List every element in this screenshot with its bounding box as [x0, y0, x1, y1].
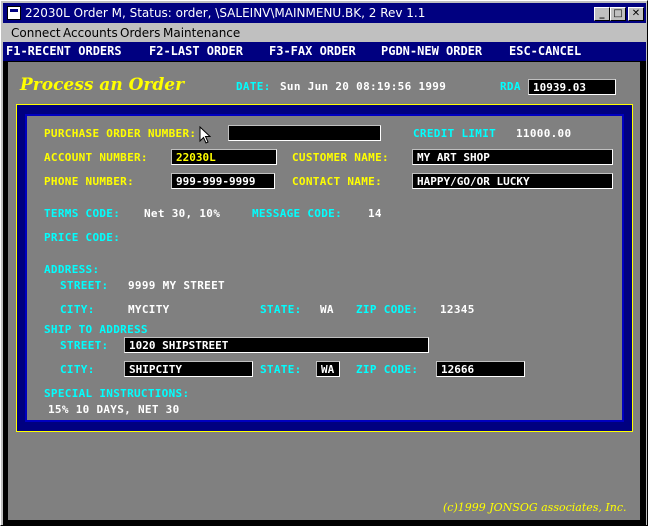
date-label: DATE:: [236, 80, 271, 93]
menu-connect[interactable]: Connect: [11, 26, 61, 40]
fkey-new-order[interactable]: PGDN-NEW ORDER: [381, 42, 482, 61]
menu-orders[interactable]: Orders: [120, 26, 160, 40]
state-label: STATE:: [260, 303, 302, 316]
customer-name-label: CUSTOMER NAME:: [292, 151, 389, 164]
terms-code-value: Net 30, 10%: [144, 207, 221, 220]
message-code-value: 14: [368, 207, 382, 220]
credit-limit-label: CREDIT LIMIT: [413, 127, 497, 140]
account-number-label: ACCOUNT NUMBER:: [44, 151, 148, 164]
menu-accounts[interactable]: Accounts: [63, 26, 118, 40]
page-title: Process an Order: [20, 75, 185, 95]
fkey-cancel[interactable]: ESC-CANCEL: [509, 42, 581, 61]
menu-bar: Connect Accounts Orders Maintenance: [3, 23, 646, 42]
rda-label: RDA: [500, 80, 521, 93]
message-code-label: MESSAGE CODE:: [252, 207, 342, 220]
contact-name-field[interactable]: HAPPY/GO/OR LUCKY: [412, 173, 613, 189]
ship-to-address-label: SHIP TO ADDRESS: [44, 323, 148, 336]
account-number-field[interactable]: 22030L: [171, 149, 277, 165]
city-label: CITY:: [60, 303, 95, 316]
phone-number-field[interactable]: 999-999-9999: [171, 173, 275, 189]
city-value: MYCITY: [128, 303, 170, 316]
ship-city-label: CITY:: [60, 363, 95, 376]
ship-street-label: STREET:: [60, 339, 109, 352]
maximize-button[interactable]: □: [610, 7, 626, 21]
credit-limit-value: 11000.00: [516, 127, 572, 140]
fkey-recent-orders[interactable]: F1-RECENT ORDERS: [6, 42, 122, 61]
street-label: STREET:: [60, 279, 109, 292]
mouse-pointer-icon: [199, 126, 211, 144]
zip-code-label: ZIP CODE:: [356, 303, 419, 316]
special-instructions-label: SPECIAL INSTRUCTIONS:: [44, 387, 190, 400]
terms-code-label: TERMS CODE:: [44, 207, 121, 220]
date-value: Sun Jun 20 08:19:56 1999: [280, 80, 447, 93]
function-key-bar: F1-RECENT ORDERS F2-LAST ORDER F3-FAX OR…: [3, 42, 646, 61]
phone-number-label: PHONE NUMBER:: [44, 175, 134, 188]
ship-state-label: STATE:: [260, 363, 302, 376]
customer-name-field[interactable]: MY ART SHOP: [412, 149, 613, 165]
fkey-fax-order[interactable]: F3-FAX ORDER: [269, 42, 356, 61]
po-number-label: PURCHASE ORDER NUMBER:: [44, 127, 197, 140]
street-value: 9999 MY STREET: [128, 279, 225, 292]
zip-code-value: 12345: [440, 303, 475, 316]
rda-field: 10939.03: [528, 79, 616, 95]
ship-zip-code-field[interactable]: 12666: [436, 361, 525, 377]
po-number-field[interactable]: [228, 125, 381, 141]
fkey-last-order[interactable]: F2-LAST ORDER: [149, 42, 243, 61]
contact-name-label: CONTACT NAME:: [292, 175, 382, 188]
window-title: 22030L Order M, Status: order, \SALEINV\…: [25, 6, 426, 20]
app-icon[interactable]: [7, 6, 21, 20]
ship-state-field[interactable]: WA: [316, 361, 340, 377]
ship-city-field[interactable]: SHIPCITY: [124, 361, 253, 377]
price-code-label: PRICE CODE:: [44, 231, 121, 244]
ship-street-field[interactable]: 1020 SHIPSTREET: [124, 337, 429, 353]
address-label: ADDRESS:: [44, 263, 100, 276]
ship-zip-code-label: ZIP CODE:: [356, 363, 419, 376]
minimize-button[interactable]: _: [594, 7, 610, 21]
menu-maintenance[interactable]: Maintenance: [163, 26, 240, 40]
title-bar[interactable]: 22030L Order M, Status: order, \SALEINV\…: [3, 3, 646, 23]
copyright-footer: (c)1999 JONSOG associates, Inc.: [443, 501, 627, 514]
state-value: WA: [320, 303, 334, 316]
special-instructions-value: 15% 10 DAYS, NET 30: [48, 403, 180, 416]
close-button[interactable]: ✕: [628, 7, 644, 21]
